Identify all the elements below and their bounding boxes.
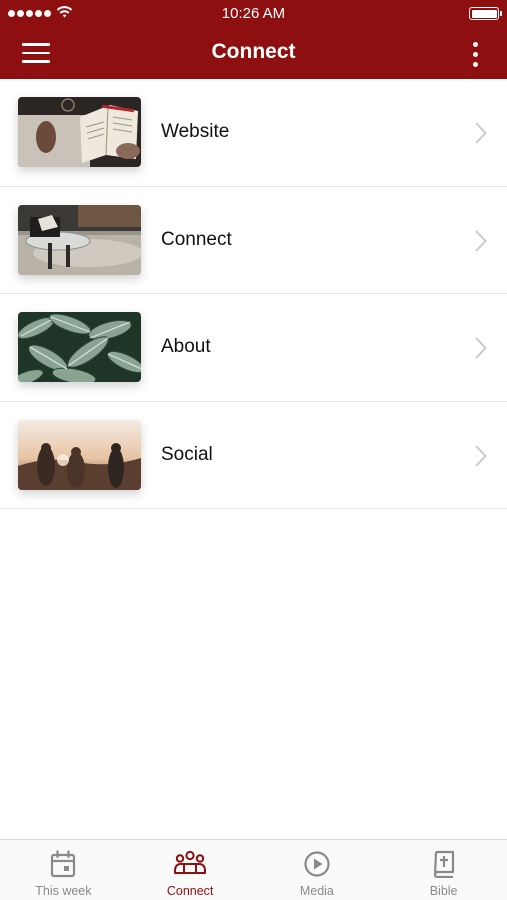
leaves-photo bbox=[18, 312, 141, 382]
tab-label: Connect bbox=[166, 884, 214, 898]
chevron-right-icon bbox=[475, 445, 487, 466]
people-icon bbox=[174, 850, 207, 874]
living-room-photo bbox=[18, 204, 141, 275]
chevron-right-icon bbox=[475, 230, 487, 251]
tab-label: Media bbox=[299, 884, 334, 898]
status-bar: 10:26 AM bbox=[0, 0, 507, 28]
list-item-connect[interactable]: Connect bbox=[0, 186, 507, 294]
list-item-label: About bbox=[161, 336, 211, 357]
app-header: 10:26 AM Connect bbox=[0, 0, 507, 79]
more-options-icon[interactable] bbox=[469, 39, 481, 69]
list-item-website[interactable]: Website bbox=[0, 79, 507, 187]
list-item-social[interactable]: Social bbox=[0, 401, 507, 509]
bottom-tab-bar: This week Connect Media Bible bbox=[0, 839, 507, 900]
page-title: Connect bbox=[211, 40, 296, 63]
friends-sunset-photo bbox=[18, 419, 141, 490]
tab-media[interactable]: Media bbox=[254, 840, 381, 900]
chevron-right-icon bbox=[475, 337, 487, 359]
nav-bar: Connect bbox=[0, 28, 507, 79]
calendar-icon bbox=[51, 850, 76, 878]
play-circle-icon bbox=[304, 851, 330, 877]
bible-icon bbox=[433, 850, 454, 878]
tab-label: Bible bbox=[429, 884, 458, 898]
open-bible-photo bbox=[18, 97, 141, 167]
battery-icon bbox=[469, 7, 502, 20]
list-item-label: Website bbox=[161, 121, 230, 142]
list-item-label: Social bbox=[161, 443, 213, 465]
chevron-right-icon bbox=[475, 122, 487, 144]
tab-this-week[interactable]: This week bbox=[0, 840, 127, 900]
tab-connect[interactable]: Connect bbox=[127, 840, 254, 900]
connect-list: Website Connect About Social bbox=[0, 79, 507, 509]
list-item-label: Connect bbox=[161, 228, 232, 250]
status-time: 10:26 AM bbox=[221, 5, 286, 22]
tab-bible[interactable]: Bible bbox=[380, 840, 507, 900]
list-item-about[interactable]: About bbox=[0, 294, 507, 402]
tab-label: This week bbox=[35, 884, 92, 898]
